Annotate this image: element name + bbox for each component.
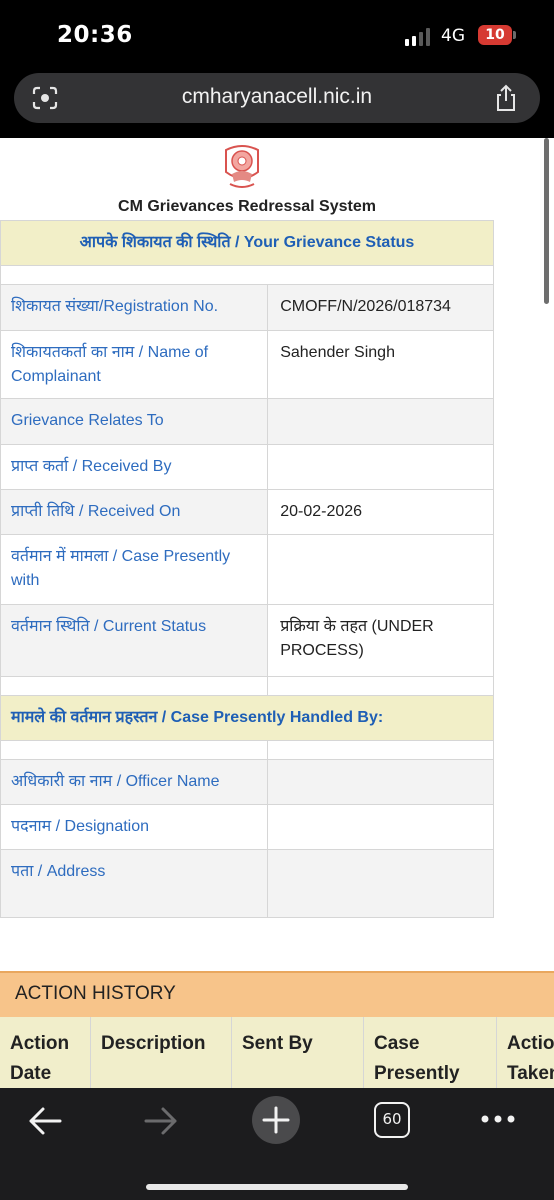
table-row: वर्तमान स्थिति / Current Status प्रक्रिय… (0, 604, 494, 677)
spacer-row (0, 676, 494, 696)
spacer-row (0, 265, 494, 285)
handled-by-header-row: मामले की वर्तमान प्रहस्तन / Case Present… (0, 695, 494, 741)
row-label: वर्तमान स्थिति / Current Status (0, 604, 269, 677)
table-row: अधिकारी का नाम / Officer Name (0, 759, 494, 805)
table-row: शिकायतकर्ता का नाम / Name of Complainant… (0, 330, 494, 399)
forward-arrow-icon[interactable] (143, 1106, 179, 1136)
action-history-title: ACTION HISTORY (15, 983, 176, 1004)
status-time: 20:36 (57, 22, 133, 48)
row-label: अधिकारी का नाम / Officer Name (0, 759, 269, 805)
tab-switcher-icon[interactable]: 60 (374, 1102, 410, 1138)
row-label: प्राप्त कर्ता / Received By (0, 444, 269, 490)
address-value (267, 849, 494, 918)
table-row: प्राप्त कर्ता / Received By (0, 444, 494, 490)
signal-icon (405, 28, 435, 46)
column-header-description[interactable]: Description (90, 1017, 231, 1088)
column-header-case-presently[interactable]: Case Presently (363, 1017, 496, 1088)
battery-tip (513, 31, 516, 39)
table-row: प्राप्ती तिथि / Received On 20-02-2026 (0, 489, 494, 535)
grievance-status-header: आपके शिकायत की स्थिति / Your Grievance S… (0, 220, 494, 266)
column-header-action-taken[interactable]: Action Taken (496, 1017, 554, 1088)
table-row: पता / Address (0, 849, 494, 918)
action-history-title-bar: ACTION HISTORY (0, 971, 554, 1017)
battery-icon: 10 (478, 25, 512, 45)
page-content: CM Grievances Redressal System आपके शिका… (0, 138, 554, 1088)
designation-value (267, 804, 494, 850)
complainant-name: Sahender Singh (267, 330, 494, 399)
registration-number: CMOFF/N/2026/018734 (267, 284, 494, 331)
received-on-value: 20-02-2026 (267, 489, 494, 535)
row-label: शिकायत संख्या/Registration No. (0, 284, 269, 331)
spacer-row (0, 740, 494, 760)
column-header-action-date[interactable]: Action Date (0, 1017, 90, 1088)
case-presently-with-value (267, 534, 494, 605)
table-row: Grievance Relates To (0, 398, 494, 445)
table-row: वर्तमान में मामला / Case Presently with (0, 534, 494, 605)
row-label: पदनाम / Designation (0, 804, 269, 850)
grievance-relates-to-value (267, 398, 494, 445)
row-label: प्राप्ती तिथि / Received On (0, 489, 269, 535)
row-label: Grievance Relates To (0, 398, 269, 445)
haryana-emblem-logo (225, 145, 259, 188)
plus-icon[interactable] (251, 1095, 301, 1145)
url-text[interactable]: cmharyanacell.nic.in (14, 85, 540, 109)
grievance-status-table: आपके शिकायत की स्थिति / Your Grievance S… (0, 220, 494, 918)
address-bar[interactable]: cmharyanacell.nic.in (14, 73, 540, 123)
officer-name-value (267, 759, 494, 805)
more-dots-icon[interactable] (480, 1114, 516, 1124)
table-row: शिकायत संख्या/Registration No. CMOFF/N/2… (0, 284, 494, 331)
action-history-header-row: Action Date Description Sent By Case Pre… (0, 1017, 554, 1088)
page-scrollbar[interactable] (544, 138, 549, 304)
row-label: वर्तमान में मामला / Case Presently with (0, 534, 269, 605)
grievance-status-header-row: आपके शिकायत की स्थिति / Your Grievance S… (0, 220, 494, 266)
site-title: CM Grievances Redressal System (118, 198, 376, 215)
column-header-sent-by[interactable]: Sent By (231, 1017, 363, 1088)
received-by-value (267, 444, 494, 490)
table-row: पदनाम / Designation (0, 804, 494, 850)
back-arrow-icon[interactable] (27, 1106, 63, 1136)
handled-by-header: मामले की वर्तमान प्रहस्तन / Case Present… (0, 695, 494, 741)
share-icon[interactable] (494, 84, 518, 112)
browser-top-bar: cmharyanacell.nic.in (0, 60, 554, 140)
current-status-value: प्रक्रिया के तहत (UNDER PROCESS) (267, 604, 494, 677)
home-indicator (146, 1184, 408, 1190)
row-label: पता / Address (0, 849, 269, 918)
network-type: 4G (441, 26, 465, 46)
row-label: शिकायतकर्ता का नाम / Name of Complainant (0, 330, 269, 399)
